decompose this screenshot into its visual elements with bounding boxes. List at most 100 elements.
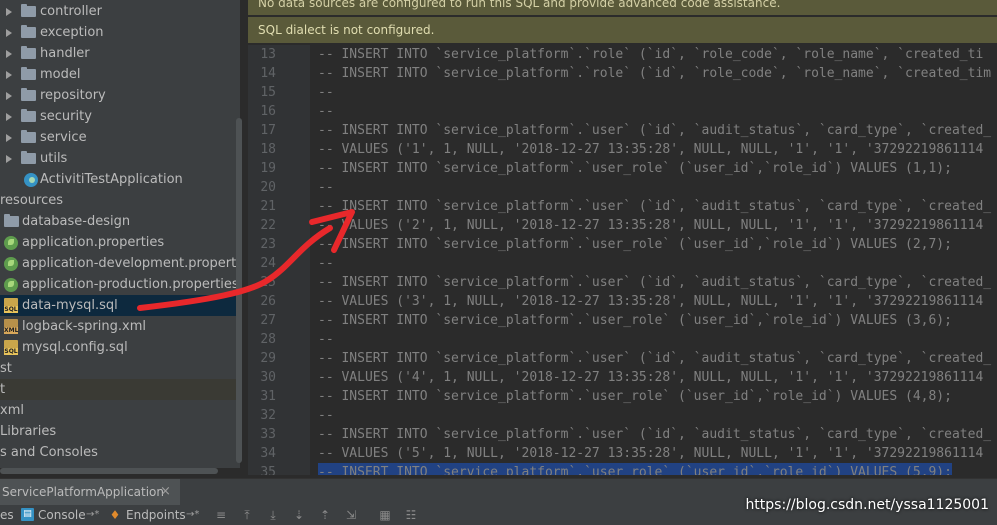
tree-item-label: t: [0, 382, 6, 397]
endpoints-pin-icon[interactable]: →*: [186, 505, 199, 525]
folder-icon: [21, 25, 36, 38]
tree-item-data-mysql-sql[interactable]: SQL data-mysql.sql: [0, 295, 240, 316]
code-line[interactable]: -- VALUES ('1', 1, NULL, '2018-12-27 13:…: [318, 140, 983, 159]
tree-item-label: application.properties: [22, 235, 165, 250]
tree-item-repository[interactable]: repository: [0, 85, 240, 106]
tree-item-s-and-consoles[interactable]: s and Consoles: [0, 442, 240, 463]
line-number: 18: [260, 142, 276, 157]
step-up-icon[interactable]: ⇡: [318, 508, 332, 522]
tree-item-handler[interactable]: handler: [0, 43, 240, 64]
spring-properties-icon: [4, 278, 18, 292]
code-line[interactable]: -- INSERT INTO `service_platform`.`user`…: [318, 197, 991, 216]
tree-horizontal-scrollbar[interactable]: [0, 468, 218, 474]
chevron-right-icon[interactable]: [6, 92, 12, 100]
tree-item-application-production-properties[interactable]: application-production.properties: [0, 274, 240, 295]
tree-item-logback-spring-xml[interactable]: XML logback-spring.xml: [0, 316, 240, 337]
code-line[interactable]: -- VALUES ('4', 1, NULL, '2018-12-27 13:…: [318, 368, 983, 387]
scroll-down-icon[interactable]: ⤓: [266, 508, 280, 522]
tree-item-utils[interactable]: utils: [0, 148, 240, 169]
scroll-up-icon[interactable]: ⤒: [240, 508, 254, 522]
chevron-right-icon[interactable]: [6, 71, 12, 79]
code-line[interactable]: --: [318, 102, 334, 121]
code-line[interactable]: -- VALUES ('5', 1, NULL, '2018-12-27 13:…: [318, 444, 983, 463]
spring-properties-icon: [4, 236, 18, 250]
code-line[interactable]: -- INSERT INTO `service_platform`.`user_…: [318, 235, 952, 254]
line-number: 28: [260, 332, 276, 347]
line-number: 30: [260, 370, 276, 385]
line-number: 19: [260, 161, 276, 176]
code-line[interactable]: -- INSERT INTO `service_platform`.`user`…: [318, 273, 991, 292]
tree-item-label: resources: [0, 193, 64, 208]
tree-item-label: data-mysql.sql: [22, 298, 118, 313]
step-out-icon[interactable]: ⇲: [344, 508, 358, 522]
folder-icon: [21, 109, 36, 122]
services-tab-fragment[interactable]: es: [0, 505, 14, 525]
line-number: 13: [260, 47, 276, 62]
code-line[interactable]: -- VALUES ('3', 1, NULL, '2018-12-27 13:…: [318, 292, 983, 311]
tree-item-label: handler: [40, 46, 90, 61]
tree-item-mysql-config-sql[interactable]: SQL mysql.config.sql: [0, 337, 240, 358]
folder-icon: [21, 67, 36, 80]
tree-item-xml[interactable]: xml: [0, 400, 240, 421]
chevron-right-icon[interactable]: [6, 155, 12, 163]
chevron-right-icon[interactable]: [6, 134, 12, 142]
code-line[interactable]: -- VALUES ('2', 1, NULL, '2018-12-27 13:…: [318, 216, 983, 235]
close-icon[interactable]: ×: [160, 479, 171, 505]
code-line[interactable]: -- INSERT INTO `service_platform`.`role`…: [318, 45, 983, 64]
chevron-right-icon[interactable]: [6, 50, 12, 58]
tree-item-label: ActivitiTestApplication: [40, 172, 183, 187]
console-pin-icon[interactable]: →*: [86, 505, 99, 525]
settings-icon[interactable]: ☷: [404, 508, 418, 522]
console-tab[interactable]: Console: [38, 505, 86, 525]
tree-item-activititestapplication[interactable]: ActivitiTestApplication: [0, 169, 240, 190]
code-line[interactable]: --: [318, 406, 334, 425]
tree-item-t[interactable]: t: [0, 379, 240, 400]
folder-icon: [21, 130, 36, 143]
tree-item-database-design[interactable]: database-design: [0, 211, 240, 232]
code-line[interactable]: --: [318, 330, 334, 349]
code-line[interactable]: -- INSERT INTO `service_platform`.`user_…: [318, 387, 952, 406]
tree-item-application-properties[interactable]: application.properties: [0, 232, 240, 253]
tree-item-libraries[interactable]: Libraries: [0, 421, 240, 442]
code-line[interactable]: --: [318, 254, 334, 273]
sql-dialect-banner[interactable]: SQL dialect is not configured.: [248, 17, 997, 43]
tree-item-resources[interactable]: resources: [0, 190, 240, 211]
run-tab-service-platform[interactable]: ServicePlatformApplication ×: [0, 479, 180, 505]
tree-item-model[interactable]: model: [0, 64, 240, 85]
code-line[interactable]: --: [318, 178, 334, 197]
soft-wrap-icon[interactable]: ≡: [214, 508, 228, 522]
code-line[interactable]: -- INSERT INTO `service_platform`.`role`…: [318, 64, 991, 83]
tree-item-controller[interactable]: controller: [0, 1, 240, 22]
code-line[interactable]: -- INSERT INTO `service_platform`.`user_…: [318, 463, 952, 475]
sql-file-icon: SQL: [4, 298, 18, 313]
sql-dialect-text: SQL dialect is not configured.: [258, 23, 435, 37]
folder-icon: [21, 88, 36, 101]
code-line[interactable]: -- INSERT INTO `service_platform`.`user`…: [318, 425, 991, 444]
chevron-right-icon[interactable]: [6, 29, 12, 37]
tree-item-exception[interactable]: exception: [0, 22, 240, 43]
folder-icon: [21, 151, 36, 164]
line-number: 29: [260, 351, 276, 366]
code-line[interactable]: -- INSERT INTO `service_platform`.`user`…: [318, 121, 991, 140]
line-number: 27: [260, 313, 276, 328]
line-number: 16: [260, 104, 276, 119]
code-line[interactable]: -- INSERT INTO `service_platform`.`user_…: [318, 311, 952, 330]
tree-item-st[interactable]: st: [0, 358, 240, 379]
code-line[interactable]: -- INSERT INTO `service_platform`.`user_…: [318, 159, 952, 178]
spring-boot-class-icon: [24, 173, 38, 187]
endpoints-tab[interactable]: Endpoints: [126, 505, 186, 525]
code-line[interactable]: -- INSERT INTO `service_platform`.`user`…: [318, 349, 991, 368]
step-down-icon[interactable]: ⇣: [292, 508, 306, 522]
tree-item-label: security: [40, 109, 92, 124]
tree-item-service[interactable]: service: [0, 127, 240, 148]
table-icon[interactable]: ▦: [378, 508, 392, 522]
tree-item-application-development-properties[interactable]: application-development.properties: [0, 253, 240, 274]
tree-item-label: database-design: [22, 214, 131, 229]
chevron-right-icon[interactable]: [6, 8, 12, 16]
tree-vertical-scrollbar[interactable]: [236, 118, 242, 463]
project-tree[interactable]: controller exception handler model repositor…: [0, 0, 240, 468]
code-line[interactable]: --: [318, 83, 334, 102]
tree-item-security[interactable]: security: [0, 106, 240, 127]
sql-editor[interactable]: 13 14 15 16 17 18 19 20 21 22 23 24 25 26 27 28 29 30 31 32…: [248, 45, 997, 475]
chevron-right-icon[interactable]: [6, 113, 12, 121]
